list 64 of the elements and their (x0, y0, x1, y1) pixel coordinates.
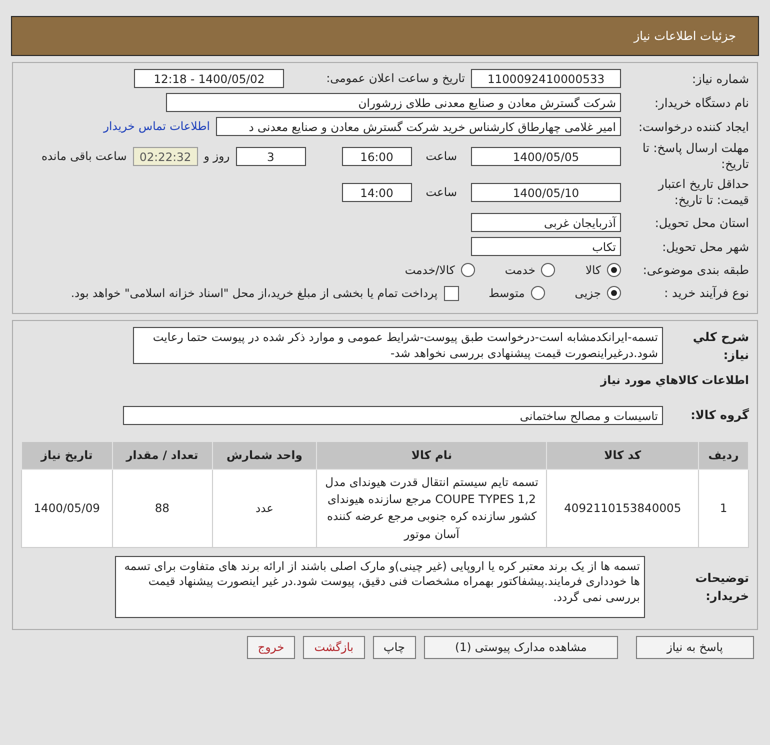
field-label: نوع فرآیند خرید : (663, 285, 749, 302)
field-label: ساعت باقی مانده (42, 148, 127, 165)
field-label: حداقل تاریخ اعتبار قیمت: تا تاریخ: (656, 177, 749, 208)
reply-time-field: 16:00 (342, 147, 412, 166)
contact-link[interactable]: اطلاعات تماس خریدار (103, 118, 210, 136)
column-header: واحد شمارش (212, 441, 317, 470)
action-button[interactable]: خروج (246, 636, 296, 660)
field-label: مهلت ارسال پاسخ: تا تاریخ: (641, 141, 749, 172)
section-heading: اطلاعات کالاهاي مورد نياز (599, 372, 749, 390)
column-header: تعداد / مقدار (112, 441, 212, 470)
table-cell: تسمه تایم سیستم انتقال قدرت هیوندای مدل COUPE TYPES 1,2 مرجع سازنده هیوندای کشور سازنده کره جنوبی مرجع عرضه کننده آسان موتور (316, 469, 547, 548)
buyer-notes-field: تسمه ها از یک برند معتبر کره یا اروپایی (غیر چینی)و مارک اصلی باشند از ارائه برند های متفاوت برای تسمه ها خودداری فرمایند.پیشفاکتور بهمراه مشخصات فنی دقیق، پیوست شود.در غیر اینصورت پیشنهاد قیمت بررسی نمی گردد. (115, 556, 645, 618)
radio-button[interactable] (607, 263, 621, 278)
option-label: متوسط (488, 284, 525, 302)
table-cell: 1 (698, 469, 748, 548)
option-label: کالا (585, 262, 601, 279)
option-label: کالا/خدمت (404, 262, 455, 279)
field-label: شماره نیاز: (691, 70, 749, 88)
column-header: تاریخ نیاز (22, 441, 112, 470)
radio-button[interactable] (460, 263, 475, 278)
field-label: ساعت (426, 184, 457, 202)
goods-group-field: تاسیسات و مصالح ساختمانی (123, 406, 663, 425)
column-header: نام کالا (316, 441, 547, 470)
validity-time-field: 14:00 (342, 183, 412, 202)
table-cell: 1400/05/09 (22, 469, 112, 548)
option-label: خدمت (504, 262, 536, 279)
buyer-org-field: شرکت گسترش معادن و صنایع معدنی طلای زرشوران (166, 93, 621, 112)
action-button[interactable]: بازگشت (303, 636, 364, 660)
page-header: جزئیات اطلاعات نیاز (11, 16, 759, 56)
field-label: ایجاد کننده درخواست: (637, 118, 749, 136)
field-label: توضیحات خریدار: (694, 570, 749, 605)
radio-button[interactable] (607, 286, 621, 300)
need-number-field: 1100092410000533 (471, 69, 621, 88)
field-label: نام دستگاه خریدار: (654, 94, 749, 112)
table-cell: 88 (112, 469, 212, 548)
field-label: شهر محل تحویل: (661, 238, 749, 256)
action-button[interactable]: پاسخ به نیاز (636, 636, 754, 660)
days-field: 3 (236, 147, 306, 166)
payment-option-label: پرداخت تمام یا بخشی از مبلغ خرید،از محل "اسناد خزانه اسلامی" خواهد بود. (70, 284, 438, 302)
city-field: تکاب (471, 237, 621, 256)
field-label: تاریخ و ساعت اعلان عمومی: (326, 70, 465, 87)
table-cell: 4092110153840005 (546, 469, 698, 548)
requester-field: امیر غلامی چهارطاق کارشناس خرید شرکت گسترش معادن و صنایع معدنی د (216, 117, 621, 136)
field-label: شرح کلي نياز: (692, 328, 749, 364)
announce-date-field: 1400/05/02 - 12:18 (134, 69, 284, 88)
province-field: آذربایجان غربی (471, 213, 621, 232)
checkbox[interactable] (444, 286, 459, 301)
field-label: طبقه بندی موضوعی: (642, 262, 749, 280)
field-label: روز و (204, 148, 230, 165)
option-label: جزیی (574, 284, 601, 302)
column-header: ردیف (698, 441, 748, 470)
action-button[interactable]: مشاهده مدارک پیوستی (1) (424, 636, 618, 660)
column-header: کد کالا (546, 441, 698, 470)
validity-date-field: 1400/05/10 (471, 183, 621, 202)
radio-button[interactable] (530, 286, 545, 300)
action-button[interactable]: چاپ (372, 636, 416, 660)
table-cell: عدد (212, 469, 317, 548)
field-label: استان محل تحویل: (654, 214, 749, 232)
remaining-time-field: 02:22:32 (132, 147, 198, 166)
field-label: گروه کالا: (690, 407, 749, 424)
radio-button[interactable] (541, 263, 556, 278)
description-field: تسمه-ایرانکدمشابه است-درخواست طبق پیوست-شرایط عمومی و موارد ذکر شده در پیوست حتما رعایت شود.درغیراینصورت قیمت پیشنهادی بررسی نخواهد شد- (133, 327, 663, 364)
reply-date-field: 1400/05/05 (471, 147, 621, 166)
field-label: ساعت (426, 148, 457, 165)
